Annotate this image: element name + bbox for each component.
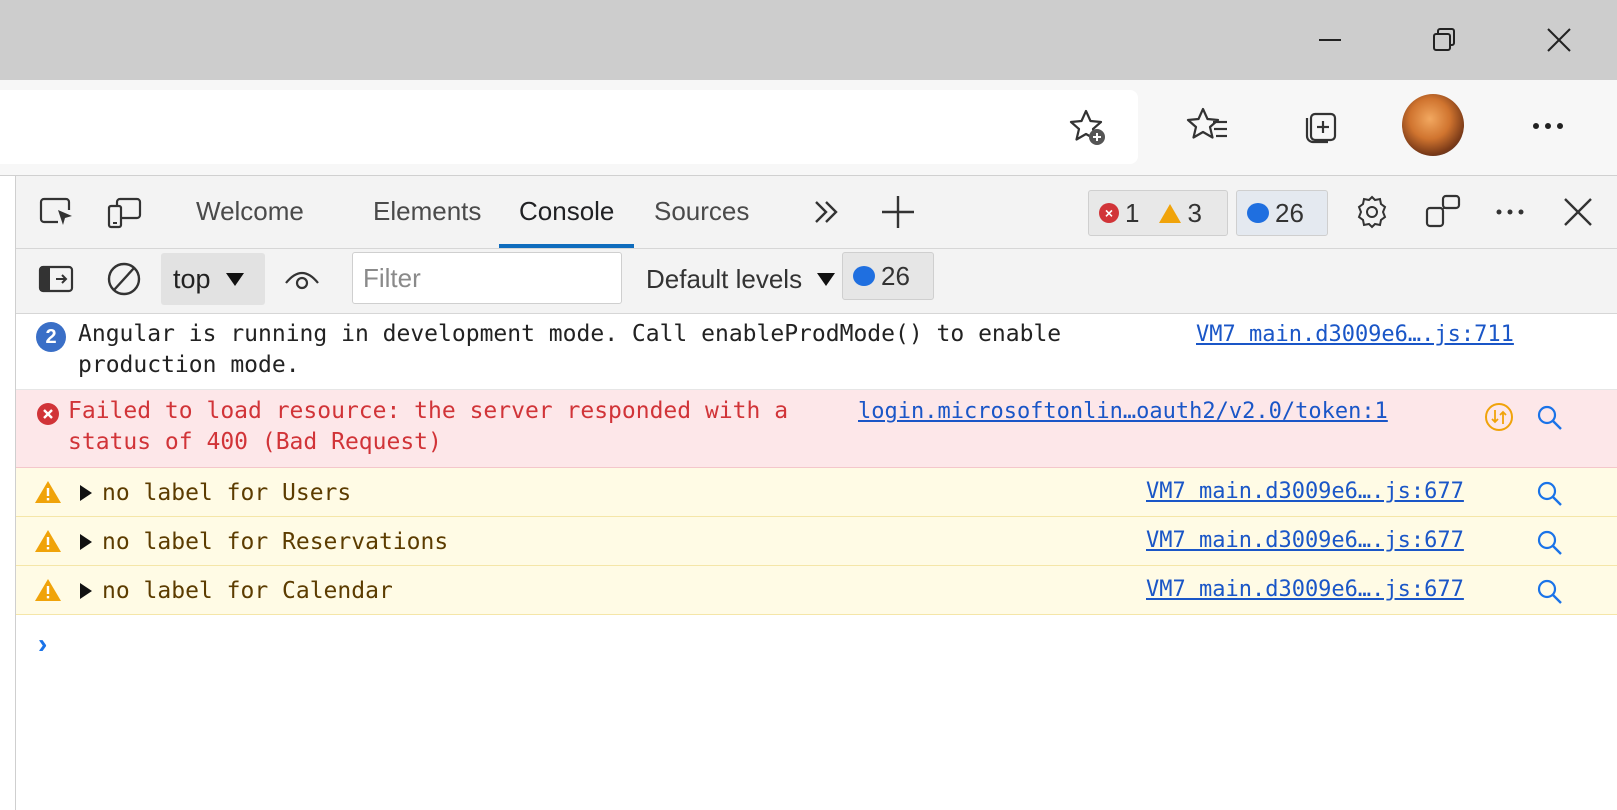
error-icon: ×	[1099, 203, 1119, 223]
source-link[interactable]: VM7 main.d3009e6….js:677	[1146, 479, 1464, 504]
console-issues-badge[interactable]: 26	[842, 252, 934, 300]
message-bubble-icon	[853, 266, 875, 286]
close-devtools-icon[interactable]	[1556, 190, 1600, 234]
browser-toolbar	[0, 80, 1617, 176]
console-message: 2 Angular is running in development mode…	[16, 314, 1617, 390]
context-select[interactable]: top	[161, 253, 265, 305]
favorites-icon[interactable]	[1180, 98, 1236, 154]
message-text[interactable]: no label for Reservations	[102, 527, 448, 558]
warning-icon	[35, 579, 61, 601]
restore-icon[interactable]	[1414, 10, 1474, 70]
issue-counts-badge[interactable]: × 1 3	[1088, 190, 1228, 236]
expand-arrow-icon[interactable]	[80, 534, 92, 550]
source-link[interactable]: VM7 main.d3009e6….js:677	[1146, 577, 1464, 602]
more-icon[interactable]	[1520, 98, 1576, 154]
dropdown-arrow-icon	[817, 273, 836, 286]
devtools-more-icon[interactable]	[1488, 190, 1532, 234]
message-text: Angular is running in development mode. …	[78, 321, 1062, 378]
console-prompt-chevron-icon[interactable]: ›	[38, 628, 47, 660]
warning-icon	[1159, 203, 1182, 223]
expand-arrow-icon[interactable]	[80, 485, 92, 501]
filter-input[interactable]	[352, 252, 622, 304]
live-expression-eye-icon[interactable]	[280, 257, 324, 301]
error-count: 1	[1125, 197, 1140, 228]
console-toolbar: top Default levels 26	[16, 249, 1617, 314]
inspect-element-icon[interactable]	[34, 190, 78, 234]
warning-count: 3	[1187, 197, 1202, 228]
message-text[interactable]: no label for Calendar	[102, 576, 393, 607]
issues-count: 26	[881, 260, 910, 291]
message-text[interactable]: no label for Users	[102, 478, 351, 509]
devtools-panel: Welcome Elements Console Sources × 1 3 2…	[0, 176, 1617, 810]
info-count: 26	[1275, 197, 1304, 228]
network-request-icon[interactable]	[1484, 402, 1514, 432]
levels-label: Default levels	[646, 263, 803, 294]
search-icon[interactable]	[1536, 578, 1564, 606]
sidebar-toggle-icon[interactable]	[34, 257, 78, 301]
settings-gear-icon[interactable]	[1350, 190, 1394, 234]
tab-welcome[interactable]: Welcome	[176, 176, 324, 246]
warning-icon	[35, 481, 61, 503]
console-message: no label for Calendar VM7 main.d3009e6….…	[16, 566, 1617, 615]
add-tab-plus-icon[interactable]	[876, 190, 920, 234]
message-bubble-icon	[1247, 203, 1269, 223]
warning-icon	[35, 530, 61, 552]
message-text: Failed to load resource: the server resp…	[68, 398, 789, 455]
search-icon[interactable]	[1536, 404, 1564, 432]
customize-icon[interactable]	[1421, 190, 1465, 234]
source-link[interactable]: VM7 main.d3009e6….js:677	[1146, 528, 1464, 553]
console-message: no label for Users VM7 main.d3009e6….js:…	[16, 468, 1617, 517]
error-icon	[37, 403, 59, 425]
profile-avatar[interactable]	[1402, 94, 1464, 156]
repeat-count-badge: 2	[36, 322, 66, 352]
devtools-left-edge	[0, 176, 16, 810]
default-levels-dropdown[interactable]: Default levels	[646, 253, 836, 305]
add-favorite-icon[interactable]	[1060, 100, 1116, 156]
source-link[interactable]: VM7 main.d3009e6….js:711	[1196, 322, 1514, 347]
tab-console[interactable]: Console	[499, 176, 635, 248]
console-message: Failed to load resource: the server resp…	[16, 390, 1617, 468]
context-value: top	[173, 263, 211, 294]
messages-count-badge[interactable]: 26	[1236, 190, 1328, 236]
search-icon[interactable]	[1536, 529, 1564, 557]
device-emulation-icon[interactable]	[102, 190, 146, 234]
expand-arrow-icon[interactable]	[80, 583, 92, 599]
window-titlebar	[0, 0, 1617, 80]
tab-sources[interactable]: Sources	[634, 176, 769, 246]
more-tabs-chevron-icon[interactable]	[804, 190, 848, 234]
dropdown-arrow-icon	[225, 273, 244, 286]
minimize-icon[interactable]	[1300, 10, 1360, 70]
console-message: no label for Reservations VM7 main.d3009…	[16, 517, 1617, 566]
devtools-tabbar: Welcome Elements Console Sources × 1 3 2…	[16, 176, 1617, 249]
tab-elements[interactable]: Elements	[353, 176, 501, 246]
source-link[interactable]: login.microsoftonlin…oauth2/v2.0/token:1	[858, 399, 1388, 424]
address-bar[interactable]	[0, 90, 1138, 164]
clear-console-icon[interactable]	[102, 257, 146, 301]
search-icon[interactable]	[1536, 480, 1564, 508]
close-icon[interactable]	[1529, 10, 1589, 70]
console-messages: 2 Angular is running in development mode…	[16, 314, 1617, 615]
collections-icon[interactable]	[1292, 98, 1348, 154]
